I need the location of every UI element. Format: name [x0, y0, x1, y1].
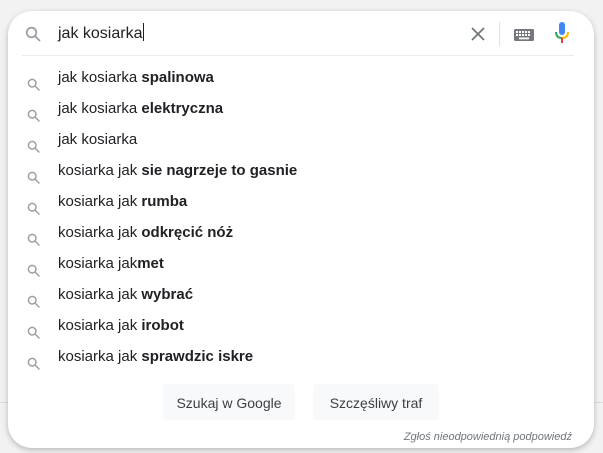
- suggestion-text: jak kosiarka spalinowa: [58, 62, 214, 93]
- search-input[interactable]: jak kosiarka: [58, 23, 145, 45]
- suggestion-completion: rumba: [141, 193, 188, 210]
- suggestion-item[interactable]: kosiarka jak irobot: [8, 310, 594, 341]
- suggestion-text: jak kosiarka: [58, 124, 137, 155]
- suggestion-text: kosiarka jak odkręcić nóż: [58, 217, 233, 248]
- suggestion-completion: odkręcić nóż: [141, 224, 234, 241]
- suggestion-completion: elektryczna: [141, 100, 224, 117]
- suggestion-completion: sprawdzic iskre: [141, 348, 254, 365]
- suggestion-text: kosiarka jak sprawdzic iskre: [58, 341, 253, 372]
- search-icon: [27, 319, 40, 339]
- suggestion-item[interactable]: kosiarka jak sprawdzic iskre: [8, 341, 594, 372]
- search-icon: [27, 71, 40, 91]
- search-dropdown: jak kosiarka jak kosiarka spalinowa jak …: [8, 11, 594, 448]
- suggestion-prefix: kosiarka jak: [58, 224, 142, 241]
- suggestion-completion: sie nagrzeje to gasnie: [141, 162, 298, 179]
- suggestions-divider: [22, 55, 574, 56]
- search-icon: [27, 133, 40, 153]
- suggestion-completion: spalinowa: [141, 69, 214, 86]
- suggestion-text: kosiarka jak wybrać: [58, 279, 193, 310]
- search-icon: [27, 102, 40, 122]
- search-icon: [25, 26, 41, 42]
- toolbar-divider: [499, 22, 500, 46]
- microphone-icon[interactable]: [555, 22, 569, 44]
- suggestion-prefix: kosiarka jak: [58, 193, 142, 210]
- search-icon: [27, 164, 40, 184]
- search-icon: [27, 350, 40, 370]
- suggestion-item[interactable]: kosiarka jak sie nagrzeje to gasnie: [8, 155, 594, 186]
- search-icon: [27, 257, 40, 277]
- suggestion-text: kosiarka jak irobot: [58, 310, 184, 341]
- suggestion-item[interactable]: kosiarka jakmet: [8, 248, 594, 279]
- search-bar: jak kosiarka: [8, 11, 594, 56]
- suggestion-prefix: kosiarka jak: [58, 317, 142, 334]
- suggestion-completion: wybrać: [141, 286, 194, 303]
- suggestion-text: jak kosiarka elektryczna: [58, 93, 223, 124]
- suggestion-text: kosiarka jakmet: [58, 248, 164, 279]
- suggestion-prefix: kosiarka jak: [58, 348, 142, 365]
- suggestion-prefix: jak kosiarka: [58, 100, 142, 117]
- report-suggestion-link[interactable]: Zgłoś nieodpowiednią podpowiedź: [404, 431, 572, 443]
- suggestion-prefix: jak kosiarka: [58, 69, 142, 86]
- close-icon[interactable]: [469, 25, 487, 43]
- suggestion-item[interactable]: kosiarka jak rumba: [8, 186, 594, 217]
- suggestion-item[interactable]: jak kosiarka elektryczna: [8, 93, 594, 124]
- suggestion-item[interactable]: kosiarka jak wybrać: [8, 279, 594, 310]
- suggestion-prefix: jak kosiarka: [58, 131, 138, 148]
- keyboard-icon[interactable]: [514, 28, 534, 41]
- suggestion-text: kosiarka jak rumba: [58, 186, 187, 217]
- suggestion-completion: irobot: [141, 317, 184, 334]
- suggestions-list: jak kosiarka spalinowa jak kosiarka elek…: [8, 62, 594, 372]
- search-icon: [27, 288, 40, 308]
- google-search-button[interactable]: Szukaj w Google: [163, 384, 295, 420]
- suggestion-item[interactable]: jak kosiarka spalinowa: [8, 62, 594, 93]
- suggestion-prefix: kosiarka jak: [58, 255, 138, 272]
- suggestion-text: kosiarka jak sie nagrzeje to gasnie: [58, 155, 297, 186]
- suggestion-completion: met: [137, 255, 164, 272]
- feeling-lucky-button[interactable]: Szczęśliwy traf: [313, 384, 439, 420]
- suggestion-prefix: kosiarka jak: [58, 162, 142, 179]
- suggestion-item[interactable]: jak kosiarka: [8, 124, 594, 155]
- text-caret: [143, 23, 145, 41]
- search-buttons: Szukaj w Google Szczęśliwy traf: [8, 384, 594, 424]
- search-icon: [27, 195, 40, 215]
- search-query-text: jak kosiarka: [58, 25, 143, 42]
- suggestion-item[interactable]: kosiarka jak odkręcić nóż: [8, 217, 594, 248]
- search-icon: [27, 226, 40, 246]
- suggestion-prefix: kosiarka jak: [58, 286, 142, 303]
